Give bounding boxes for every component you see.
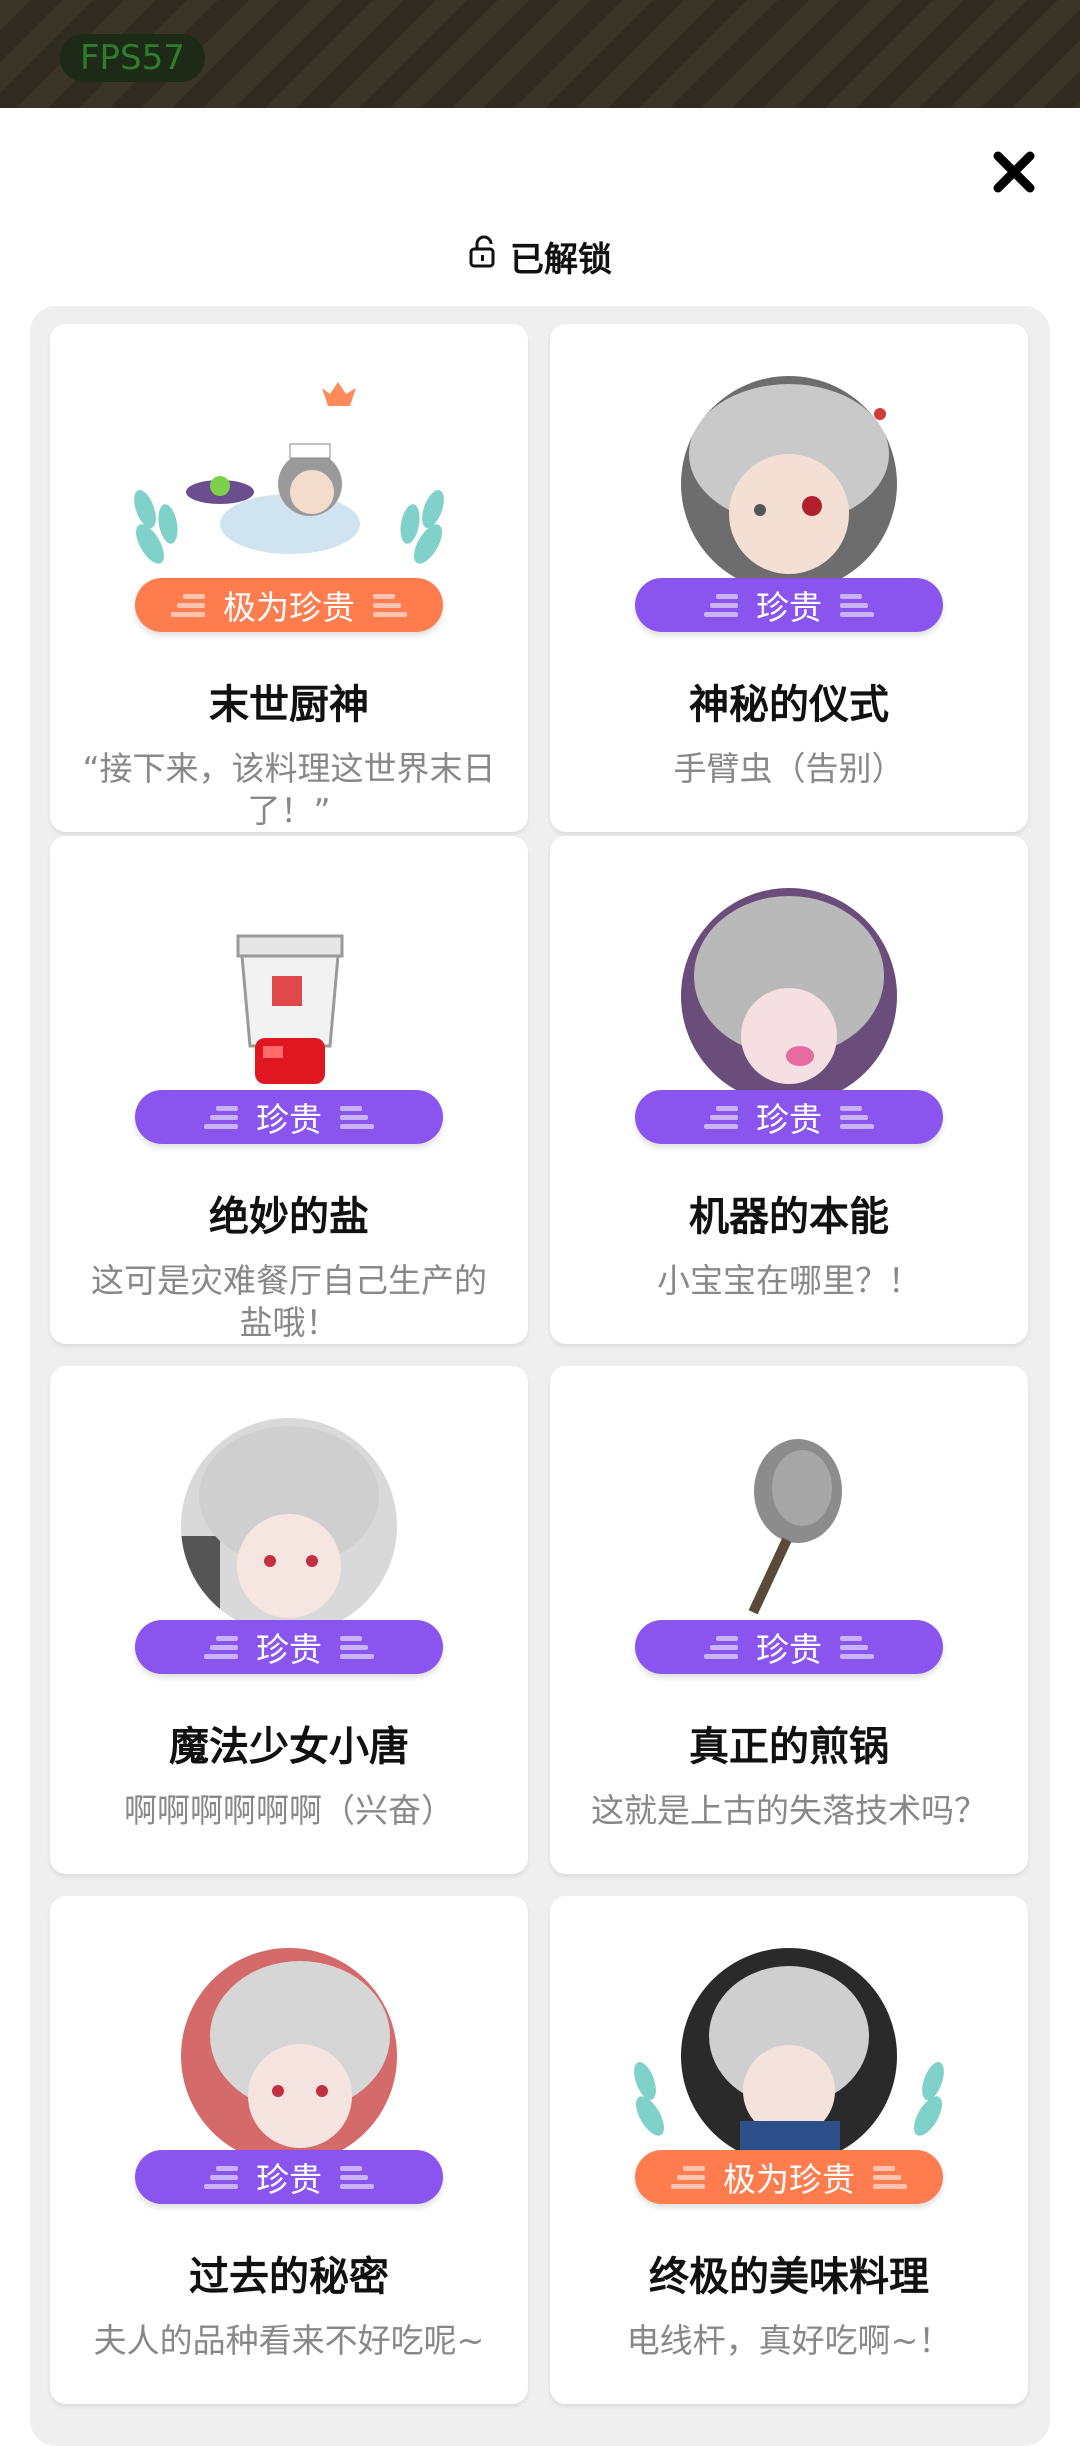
character-portrait-icon	[550, 1946, 1028, 2164]
achievement-title: 终极的美味料理	[649, 2254, 929, 2300]
achievement-card-true-frying-pan[interactable]: 珍贵 真正的煎锅 这就是上古的失落技术吗？	[550, 1366, 1028, 1874]
character-portrait-icon	[550, 886, 1028, 1104]
rarity-label: 珍贵	[256, 1100, 322, 1139]
character-portrait-icon	[50, 1946, 528, 2164]
achievement-card-mysterious-ritual[interactable]: 珍贵 神秘的仪式 手臂虫（告别）	[550, 324, 1028, 832]
achievement-card-doomsday-chef[interactable]: 极为珍贵 末世厨神 “接下来，该料理这世界末日了！”	[50, 324, 528, 832]
achievement-panel: 极为珍贵 末世厨神 “接下来，该料理这世界末日了！” 珍贵 神秘的仪式 手臂虫（…	[30, 306, 1050, 2446]
rarity-label: 珍贵	[756, 588, 822, 627]
rarity-badge: 珍贵	[635, 1620, 943, 1674]
achievement-description: 电线杆，真好吃啊~！	[626, 2321, 952, 2360]
achievement-description: 小宝宝在哪里？！	[657, 1261, 921, 1300]
achievement-description: 这就是上古的失落技术吗？	[591, 1791, 987, 1830]
achievement-description: 这可是灾难餐厅自己生产的盐哦！	[91, 1261, 487, 1342]
achievement-title: 机器的本能	[689, 1194, 889, 1240]
achievement-title: 过去的秘密	[189, 2254, 389, 2300]
achievement-description: “接下来，该料理这世界末日了！”	[82, 749, 496, 830]
chef-character-icon	[50, 374, 528, 584]
unlock-icon	[468, 235, 498, 278]
frying-pan-icon	[550, 1416, 1028, 1626]
achievement-title: 绝妙的盐	[209, 1194, 369, 1240]
rarity-label: 珍贵	[756, 1100, 822, 1139]
unlocked-header: 已解锁	[0, 228, 1080, 284]
achievement-title: 神秘的仪式	[689, 682, 889, 728]
achievement-description: 啊啊啊啊啊啊（兴奋）	[124, 1791, 454, 1830]
achievement-card-ultimate-cuisine[interactable]: 极为珍贵 终极的美味料理 电线杆，真好吃啊~！	[550, 1896, 1028, 2404]
achievement-card-machine-instinct[interactable]: 珍贵 机器的本能 小宝宝在哪里？！	[550, 836, 1028, 1344]
rarity-badge: 珍贵	[135, 1090, 443, 1144]
character-portrait-icon	[550, 374, 1028, 592]
rarity-label: 珍贵	[256, 2160, 322, 2199]
achievement-card-wonderful-salt[interactable]: 珍贵 绝妙的盐 这可是灾难餐厅自己生产的盐哦！	[50, 836, 528, 1344]
rarity-label: 珍贵	[256, 1630, 322, 1669]
rarity-badge: 珍贵	[135, 1620, 443, 1674]
achievement-title: 魔法少女小唐	[169, 1724, 409, 1770]
rarity-badge: 极为珍贵	[135, 578, 443, 632]
rarity-label: 极为珍贵	[223, 588, 355, 627]
rarity-badge: 珍贵	[635, 578, 943, 632]
rarity-badge: 珍贵	[135, 2150, 443, 2204]
achievement-title: 真正的煎锅	[689, 1724, 889, 1770]
rarity-label: 珍贵	[756, 1630, 822, 1669]
top-status-bar: FPS57	[0, 0, 1080, 108]
achievement-description: 夫人的品种看来不好吃呢~	[93, 2321, 485, 2360]
rarity-badge: 珍贵	[635, 1090, 943, 1144]
character-portrait-icon	[50, 1416, 528, 1634]
achievement-description: 手臂虫（告别）	[673, 749, 905, 788]
rarity-label: 极为珍贵	[723, 2160, 855, 2199]
close-icon[interactable]	[990, 148, 1038, 196]
rarity-badge: 极为珍贵	[635, 2150, 943, 2204]
fps-counter: FPS57	[60, 34, 205, 82]
achievement-card-magical-girl[interactable]: 珍贵 魔法少女小唐 啊啊啊啊啊啊（兴奋）	[50, 1366, 528, 1874]
page-title: 已解锁	[510, 239, 612, 280]
achievement-card-past-secret[interactable]: 珍贵 过去的秘密 夫人的品种看来不好吃呢~	[50, 1896, 528, 2404]
salt-shaker-icon	[50, 886, 528, 1096]
achievement-title: 末世厨神	[209, 682, 369, 728]
